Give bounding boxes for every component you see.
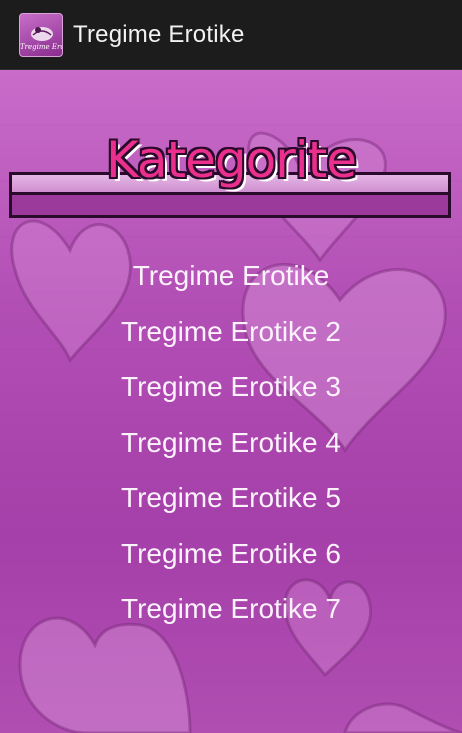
banner-title: Kategorite [105,131,357,189]
content-area: Kategorite Tregime Erotike Tregime Eroti… [0,70,462,733]
category-item-5[interactable]: Tregime Erotike 5 [0,470,462,526]
category-item-7[interactable]: Tregime Erotike 7 [0,581,462,637]
app-icon-caption: Tregime Erotike [20,43,62,51]
app-title: Tregime Erotike [73,21,245,48]
category-banner: Kategorite [0,120,462,230]
category-item-1[interactable]: Tregime Erotike [0,248,462,304]
category-item-2[interactable]: Tregime Erotike 2 [0,304,462,360]
category-item-6[interactable]: Tregime Erotike 6 [0,526,462,582]
category-list: Tregime Erotike Tregime Erotike 2 Tregim… [0,248,462,637]
app-icon[interactable]: Tregime Erotike [19,13,63,57]
screen: Tregime Erotike Tregime Erotike Kategori… [0,0,462,733]
category-item-3[interactable]: Tregime Erotike 3 [0,359,462,415]
action-bar: Tregime Erotike Tregime Erotike [0,0,462,70]
category-item-4[interactable]: Tregime Erotike 4 [0,415,462,471]
